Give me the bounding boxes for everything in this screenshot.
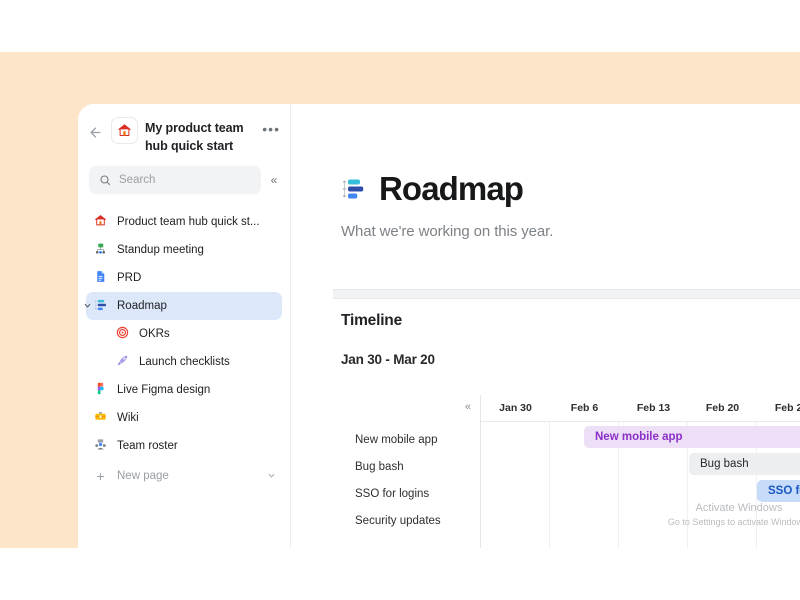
briefcase-icon	[92, 410, 109, 426]
gantt-label-list: New mobile app Bug bash SSO for logins S…	[335, 422, 480, 534]
document-icon	[92, 270, 109, 286]
roster-icon	[92, 438, 109, 454]
sidebar-item-label: OKRs	[139, 328, 170, 340]
search-input[interactable]: Search	[89, 166, 261, 194]
gantt-bar-bug-bash[interactable]: Bug bash	[689, 453, 800, 475]
sidebar-item-label: Team roster	[117, 440, 178, 452]
sidebar-item-roadmap[interactable]: Roadmap	[84, 292, 282, 320]
sidebar-item-label: Standup meeting	[117, 244, 204, 256]
gantt-row-label[interactable]: New mobile app	[335, 426, 480, 453]
plus-icon: +	[96, 468, 105, 484]
people-icon	[92, 242, 109, 258]
more-options-icon[interactable]: •••	[262, 117, 280, 137]
roadmap-icon	[92, 298, 109, 315]
figma-icon	[92, 382, 109, 398]
sidebar-collapse-icon[interactable]: «	[267, 173, 281, 187]
sidebar-item-team-roster[interactable]: Team roster	[86, 432, 282, 460]
gantt-date-column: Feb 20	[705, 402, 740, 414]
gantt-bar-sso-for-logins[interactable]: SSO for logins	[757, 480, 800, 502]
gantt-bar-new-mobile-app[interactable]: New mobile app	[584, 426, 800, 448]
hub-title: My product team hub quick start	[145, 121, 244, 153]
house-icon	[118, 124, 131, 136]
chevron-down-icon[interactable]	[81, 301, 94, 312]
gantt-chart: « New mobile app Bug bash SSO for logins…	[335, 395, 800, 548]
sidebar-nav: Product team hub quick st... Standup mee…	[78, 194, 290, 490]
sidebar: My product team hub quick start ••• Sear…	[78, 104, 291, 548]
search-placeholder: Search	[119, 174, 156, 186]
gantt-bars: New mobile app Bug bash SSO for logins S…	[481, 426, 800, 548]
sidebar-item-okrs[interactable]: OKRs	[86, 320, 282, 348]
rocket-icon	[114, 354, 131, 370]
gantt-row-labels: « New mobile app Bug bash SSO for logins…	[335, 395, 481, 548]
page-header: Roadmap What we're working on this year.	[291, 104, 800, 240]
gantt-date-column: Jan 30	[499, 402, 532, 414]
sidebar-header: My product team hub quick start •••	[78, 104, 290, 155]
search-row: Search «	[78, 155, 290, 194]
sidebar-item-label: Roadmap	[117, 300, 167, 312]
app-window-card: My product team hub quick start ••• Sear…	[78, 104, 800, 548]
sidebar-item-launch-checklists[interactable]: Launch checklists	[86, 348, 282, 376]
sidebar-item-label: Product team hub quick st...	[117, 216, 260, 228]
gantt-date-column: Feb 27	[774, 402, 800, 414]
page-title-row: Roadmap	[341, 172, 800, 205]
sidebar-item-wiki[interactable]: Wiki	[86, 404, 282, 432]
roadmap-icon	[341, 176, 367, 202]
gantt-date-column: Feb 6	[570, 402, 599, 414]
sidebar-item-label: Live Figma design	[117, 384, 211, 396]
section-divider	[333, 289, 800, 299]
gantt-collapse-icon[interactable]: «	[465, 401, 471, 413]
sidebar-item-label: Wiki	[117, 412, 139, 424]
page-title: Roadmap	[379, 170, 524, 207]
screenshot-root: My product team hub quick start ••• Sear…	[0, 0, 800, 600]
gantt-row-label[interactable]: Bug bash	[335, 453, 480, 480]
sidebar-item-standup-meeting[interactable]: Standup meeting	[86, 236, 282, 264]
sidebar-item-product-team-hub[interactable]: Product team hub quick st...	[86, 208, 282, 236]
sidebar-item-label: PRD	[117, 272, 142, 284]
timeline-range: Jan 30 - Mar 20	[341, 352, 435, 367]
chevron-down-icon[interactable]	[267, 471, 276, 482]
back-arrow-icon[interactable]	[86, 117, 104, 147]
timeline-heading: Timeline	[341, 312, 402, 329]
house-icon	[92, 214, 109, 230]
search-icon	[99, 174, 111, 186]
gantt-bar-label: Bug bash	[700, 458, 749, 470]
new-page-button[interactable]: + New page	[86, 462, 282, 490]
gantt-timeline-grid: Jan 30 Feb 6 Feb 13 Feb 20 Feb 27	[481, 395, 800, 548]
timeline-section: Timeline Jan 30 - Mar 20 « New mobile ap…	[341, 312, 800, 548]
hub-home-icon[interactable]	[111, 117, 138, 144]
sidebar-item-live-figma-design[interactable]: Live Figma design	[86, 376, 282, 404]
target-icon	[114, 326, 131, 342]
gantt-labels-header: «	[335, 395, 480, 422]
main-content: Roadmap What we're working on this year.…	[291, 104, 800, 548]
sidebar-item-label: Launch checklists	[139, 356, 230, 368]
gantt-row-label[interactable]: SSO for logins	[335, 480, 480, 507]
gantt-row-label[interactable]: Security updates	[335, 507, 480, 534]
sidebar-item-prd[interactable]: PRD	[86, 264, 282, 292]
page-subtitle: What we're working on this year.	[341, 223, 554, 240]
new-page-label: New page	[117, 470, 169, 482]
gantt-date-header: Jan 30 Feb 6 Feb 13 Feb 20 Feb 27	[481, 395, 800, 422]
gantt-date-column: Feb 13	[636, 402, 671, 414]
